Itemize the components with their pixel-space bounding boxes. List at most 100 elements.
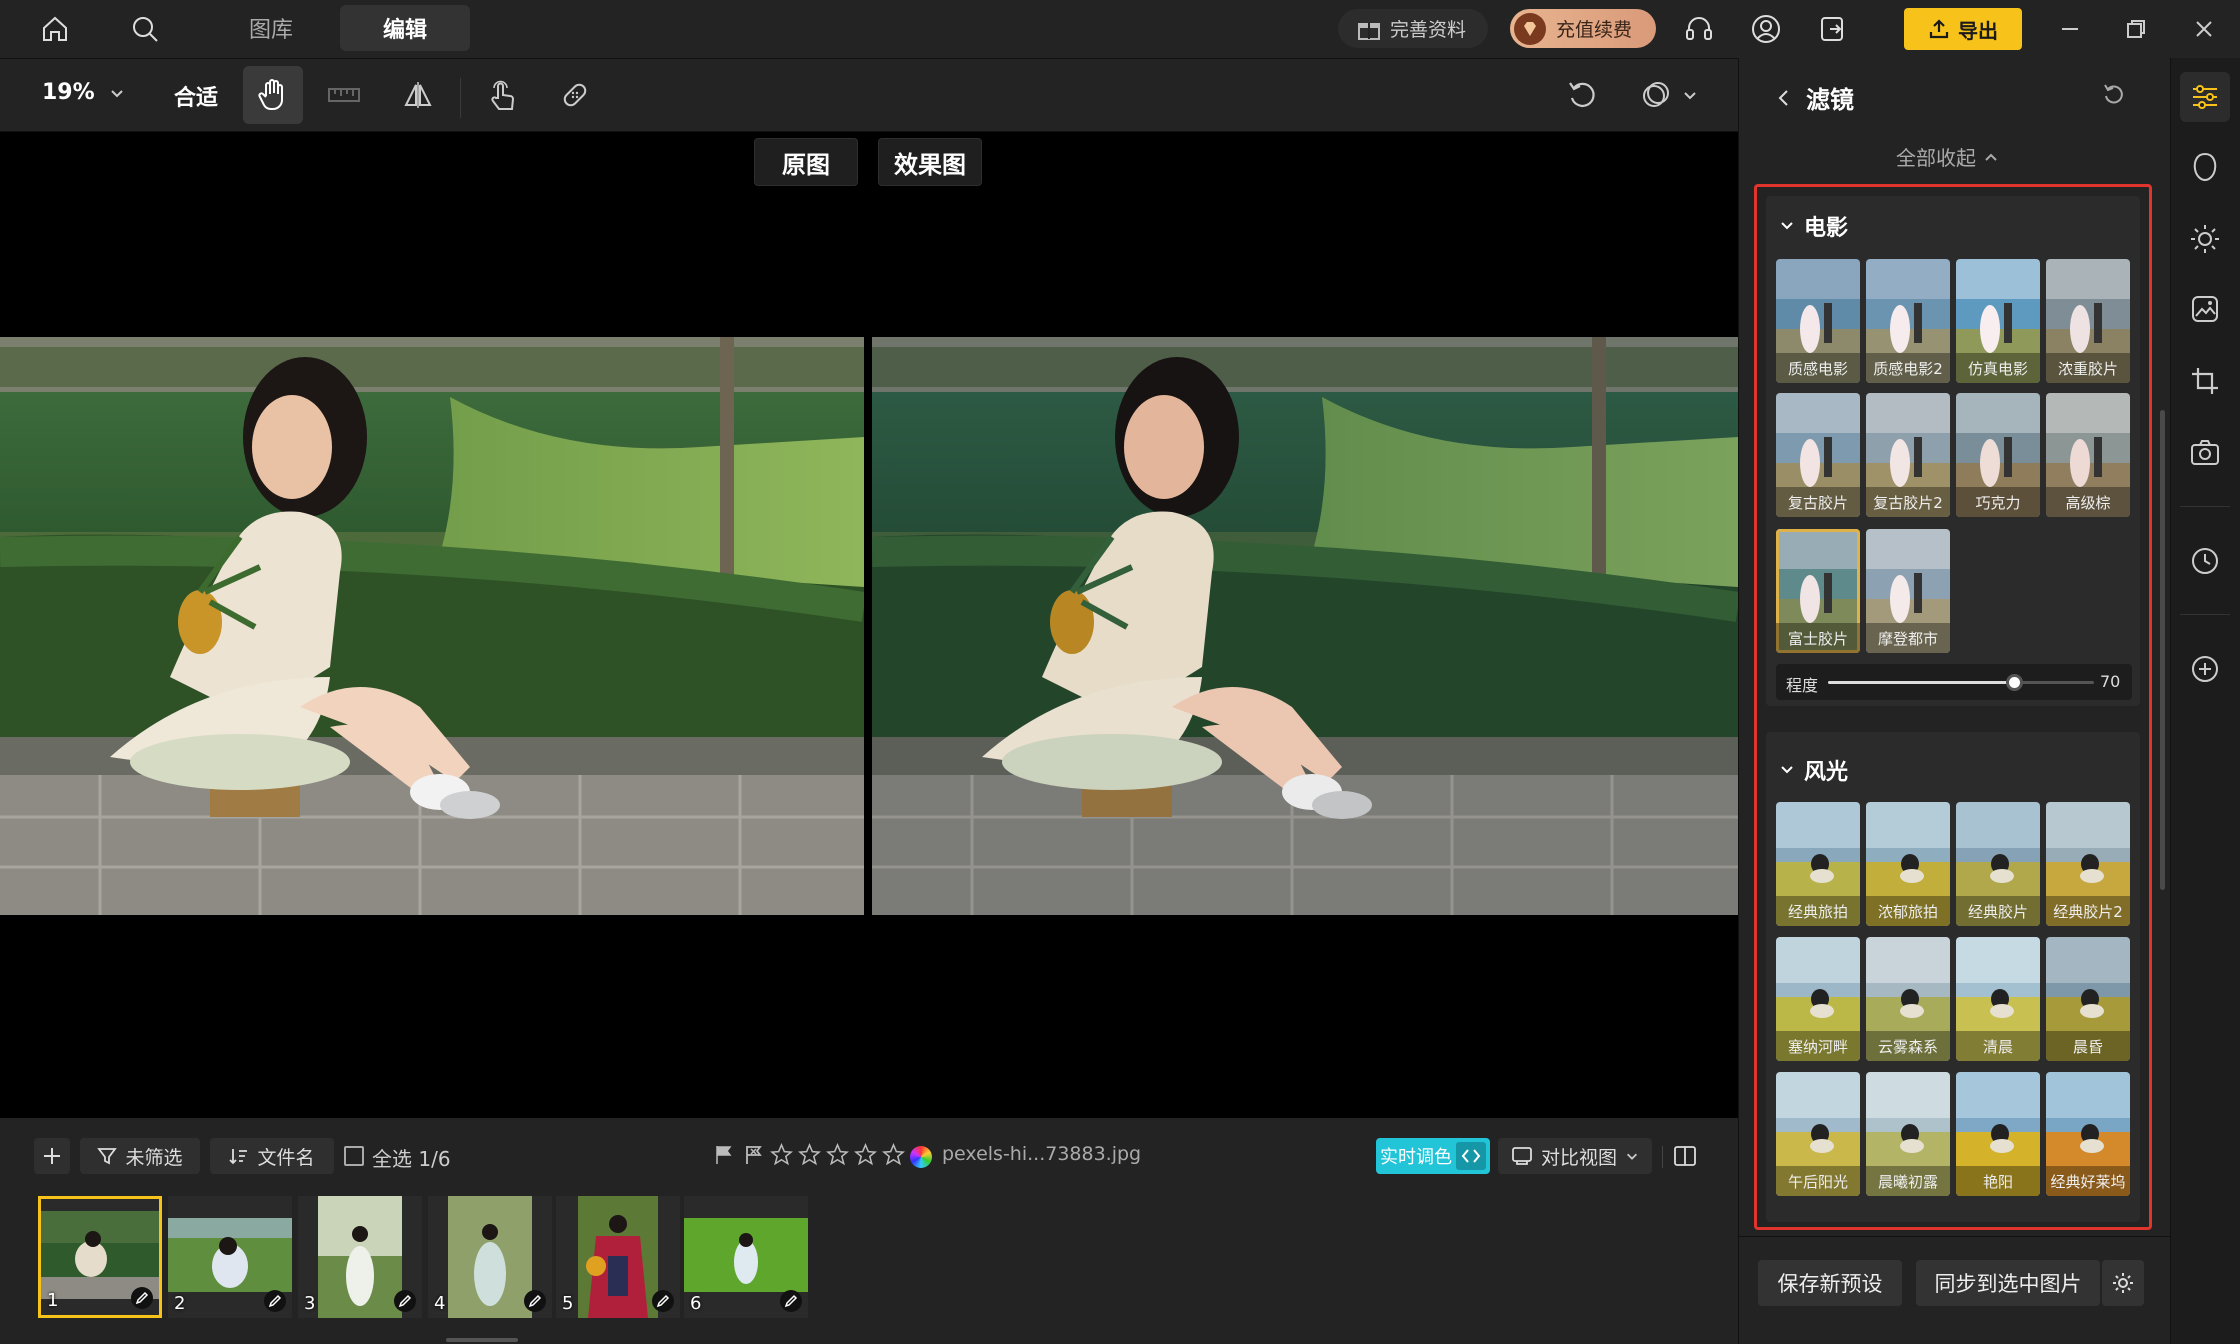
- effect-photo[interactable]: [872, 337, 1738, 915]
- original-photo[interactable]: [0, 337, 864, 915]
- tab-gallery[interactable]: 图库: [206, 5, 336, 51]
- thumbnail[interactable]: 5: [556, 1196, 680, 1318]
- zoom-select[interactable]: 19%: [42, 80, 125, 105]
- minimize-icon[interactable]: [2050, 10, 2090, 48]
- section-title: 电影: [1804, 216, 1849, 241]
- collapse-all-button[interactable]: 全部收起: [1896, 142, 1998, 171]
- face-retouch-icon[interactable]: [2180, 142, 2230, 192]
- filter-item[interactable]: 经典胶片2: [2046, 802, 2130, 926]
- thumbnail[interactable]: 1: [38, 1196, 162, 1318]
- filter-item[interactable]: 晨昏: [2046, 937, 2130, 1061]
- section-header-movie[interactable]: 电影: [1780, 210, 1848, 242]
- compare-view-dropdown[interactable]: 对比视图: [1498, 1138, 1652, 1174]
- image-adjust-icon[interactable]: [2180, 284, 2230, 334]
- add-circle-icon[interactable]: [2180, 644, 2230, 694]
- back-arrow-icon[interactable]: [1776, 88, 1792, 108]
- filter-label: 午后阳光: [1776, 1166, 1860, 1196]
- effect-image-button[interactable]: 效果图: [878, 138, 982, 186]
- star-icon[interactable]: [854, 1143, 877, 1166]
- star-icon[interactable]: [826, 1143, 849, 1166]
- touch-tool-icon[interactable]: [472, 66, 532, 124]
- add-image-button[interactable]: [34, 1138, 70, 1174]
- compare-mode-button[interactable]: [1624, 66, 1714, 124]
- camera-icon[interactable]: [2180, 428, 2230, 478]
- adjust-sliders-icon[interactable]: [2180, 72, 2230, 122]
- section-header-landscape[interactable]: 风光: [1780, 754, 1848, 786]
- filter-item[interactable]: 塞纳河畔: [1776, 937, 1860, 1061]
- vip-renew-button[interactable]: 充值续费: [1510, 9, 1656, 48]
- filter-label: 浓重胶片: [2046, 353, 2130, 383]
- sync-selected-button[interactable]: 同步到选中图片: [1916, 1260, 2100, 1306]
- crop-icon[interactable]: [2180, 356, 2230, 406]
- complete-profile-button[interactable]: 完善资料: [1338, 9, 1488, 48]
- filter-item[interactable]: 浓重胶片: [2046, 259, 2130, 383]
- search-icon[interactable]: [124, 8, 166, 50]
- filter-item[interactable]: 仿真电影: [1956, 259, 2040, 383]
- brightness-sun-icon[interactable]: [2180, 214, 2230, 264]
- thumbnail[interactable]: 4: [428, 1196, 552, 1318]
- user-account-icon[interactable]: [1745, 8, 1787, 50]
- sort-label: 文件名: [257, 1146, 315, 1169]
- filter-item[interactable]: 经典好莱坞: [2046, 1072, 2130, 1196]
- star-icon[interactable]: [882, 1143, 905, 1166]
- history-clock-icon[interactable]: [2180, 536, 2230, 586]
- plus-icon: [44, 1148, 60, 1164]
- star-icon[interactable]: [798, 1143, 821, 1166]
- hand-tool-icon[interactable]: [243, 66, 303, 124]
- save-preset-button[interactable]: 保存新预设: [1758, 1260, 1902, 1306]
- strength-slider-track[interactable]: [1828, 674, 2094, 691]
- thumbnail[interactable]: 2: [168, 1196, 292, 1318]
- tab-edit[interactable]: 编辑: [340, 5, 470, 51]
- undo-reset-icon[interactable]: [1552, 66, 1612, 124]
- reset-icon[interactable]: [2098, 78, 2130, 110]
- filter-item[interactable]: 巧克力: [1956, 393, 2040, 517]
- fit-button[interactable]: 合适: [174, 80, 218, 112]
- filter-item[interactable]: 浓郁旅拍: [1866, 802, 1950, 926]
- filter-item[interactable]: 高级棕: [2046, 393, 2130, 517]
- filter-item[interactable]: 艳阳: [1956, 1072, 2040, 1196]
- filter-item[interactable]: 摩登都市: [1866, 529, 1950, 653]
- reject-flag-icon[interactable]: [744, 1144, 764, 1166]
- filter-item[interactable]: 质感电影2: [1866, 259, 1950, 383]
- filter-item[interactable]: 经典胶片: [1956, 802, 2040, 926]
- strength-slider-fill: [1828, 681, 2015, 684]
- star-icon[interactable]: [770, 1143, 793, 1166]
- realtime-color-toggle[interactable]: 实时调色: [1376, 1138, 1490, 1174]
- gift-icon: [1358, 22, 1380, 40]
- select-all-checkbox[interactable]: [344, 1146, 364, 1166]
- filter-label: 摩登都市: [1866, 623, 1950, 653]
- restore-window-icon[interactable]: [2116, 10, 2156, 48]
- filter-item[interactable]: 复古胶片: [1776, 393, 1860, 517]
- filter-item-selected[interactable]: 富士胶片: [1776, 529, 1860, 653]
- close-icon[interactable]: [2184, 10, 2224, 48]
- filter-item[interactable]: 云雾森系: [1866, 937, 1950, 1061]
- color-label-icon[interactable]: [910, 1146, 932, 1168]
- headset-icon[interactable]: [1678, 8, 1720, 50]
- thumbnail[interactable]: 6: [684, 1196, 808, 1318]
- filter-item[interactable]: 质感电影: [1776, 259, 1860, 383]
- filter-item[interactable]: 清晨: [1956, 937, 2040, 1061]
- filmstrip-scrollbar[interactable]: [446, 1338, 518, 1342]
- panel-scrollbar[interactable]: [2160, 410, 2165, 890]
- ruler-icon[interactable]: [314, 66, 374, 124]
- flag-icon[interactable]: [714, 1144, 734, 1166]
- filter-item[interactable]: 复古胶片2: [1866, 393, 1950, 517]
- filter-item[interactable]: 晨曦初露: [1866, 1072, 1950, 1196]
- home-icon[interactable]: [34, 8, 76, 50]
- rating-stars: [770, 1143, 905, 1166]
- split-view-icon[interactable]: [1668, 1138, 1702, 1174]
- logout-icon[interactable]: [1812, 8, 1854, 50]
- collapse-all-label: 全部收起: [1896, 146, 1976, 170]
- settings-gear-icon[interactable]: [2102, 1260, 2144, 1306]
- original-image-button[interactable]: 原图: [754, 138, 858, 186]
- bandage-repair-icon[interactable]: [545, 66, 605, 124]
- filter-item[interactable]: 经典旅拍: [1776, 802, 1860, 926]
- flag-group: [714, 1144, 764, 1166]
- filter-label: 艳阳: [1956, 1166, 2040, 1196]
- filter-dropdown[interactable]: 未筛选: [80, 1138, 200, 1174]
- thumbnail[interactable]: 3: [298, 1196, 422, 1318]
- sort-by-filename-button[interactable]: 文件名: [210, 1138, 334, 1174]
- filter-item[interactable]: 午后阳光: [1776, 1072, 1860, 1196]
- flip-horizontal-icon[interactable]: [388, 66, 448, 124]
- export-button[interactable]: 导出: [1904, 8, 2022, 50]
